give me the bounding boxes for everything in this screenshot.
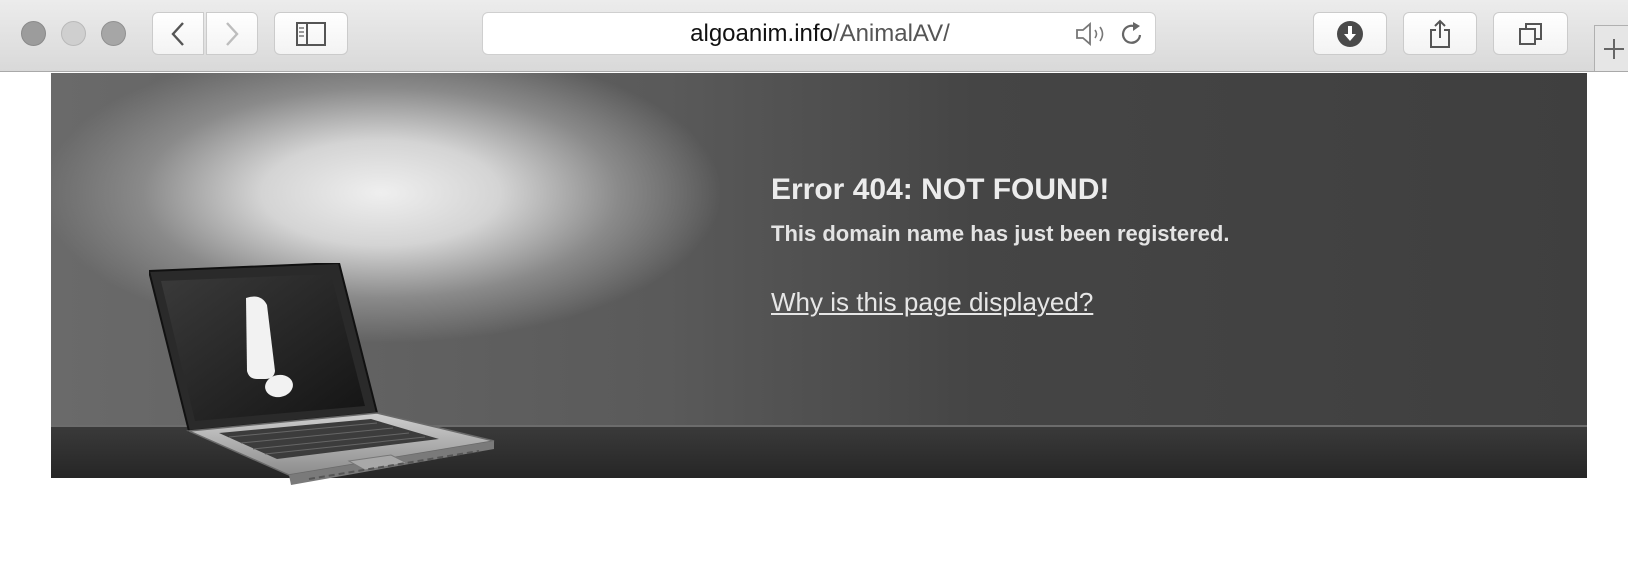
laptop-warning-icon bbox=[149, 263, 495, 485]
url-path: /AnimalAV/ bbox=[832, 20, 950, 47]
why-page-displayed-link[interactable]: Why is this page displayed? bbox=[771, 287, 1093, 318]
downloads-button[interactable] bbox=[1313, 12, 1387, 55]
url-text[interactable]: algoanim.info/AnimalAV/ bbox=[483, 13, 1083, 54]
chevron-right-icon bbox=[226, 21, 239, 46]
sidebar-button[interactable] bbox=[274, 12, 348, 55]
tabs-icon bbox=[1518, 22, 1542, 45]
share-icon bbox=[1430, 19, 1450, 48]
back-button[interactable] bbox=[152, 12, 204, 55]
minimize-window-button[interactable] bbox=[61, 21, 86, 46]
sidebar-icon bbox=[296, 21, 326, 46]
speaker-icon[interactable] bbox=[1075, 22, 1109, 46]
reload-icon[interactable] bbox=[1119, 21, 1145, 47]
error-banner: Error 404: NOT FOUND! This domain name h… bbox=[51, 73, 1587, 485]
error-title: Error 404: NOT FOUND! bbox=[771, 173, 1110, 206]
forward-button[interactable] bbox=[206, 12, 258, 55]
plus-icon bbox=[1604, 38, 1624, 59]
url-domain: algoanim.info bbox=[690, 20, 833, 47]
zoom-window-button[interactable] bbox=[101, 21, 126, 46]
show-tabs-button[interactable] bbox=[1493, 12, 1568, 55]
browser-toolbar: algoanim.info/AnimalAV/ bbox=[0, 0, 1628, 72]
error-subtitle: This domain name has just been registere… bbox=[771, 221, 1230, 246]
share-button[interactable] bbox=[1403, 12, 1477, 55]
chevron-left-icon bbox=[171, 21, 184, 46]
new-tab-button[interactable] bbox=[1594, 25, 1628, 71]
close-window-button[interactable] bbox=[21, 21, 46, 46]
address-bar[interactable]: algoanim.info/AnimalAV/ bbox=[482, 12, 1156, 55]
download-icon bbox=[1337, 20, 1363, 47]
